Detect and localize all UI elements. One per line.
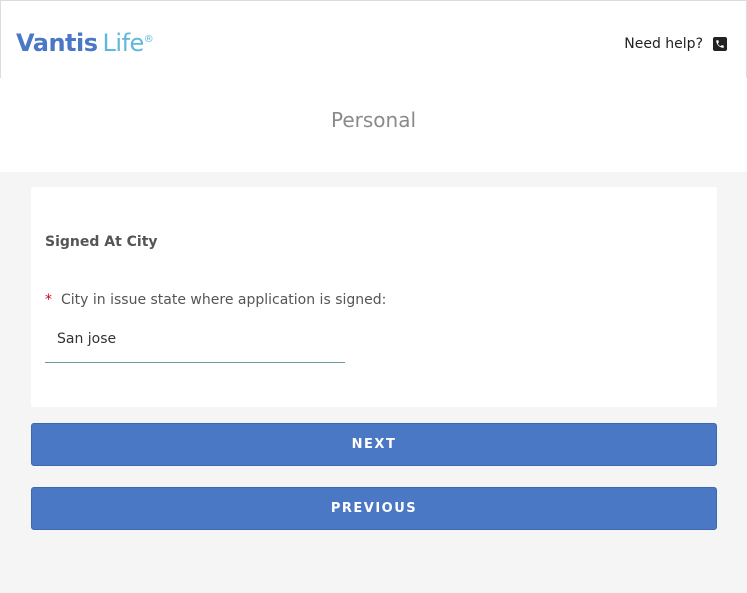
vantis-life-logo: Vantis Life® xyxy=(16,26,154,57)
city-input-wrapper xyxy=(45,322,345,363)
required-asterisk: * xyxy=(45,292,52,308)
next-button[interactable]: NEXT xyxy=(31,423,717,466)
phone-icon xyxy=(713,37,727,51)
city-field-label: * City in issue state where application i… xyxy=(45,292,386,308)
need-help-label: Need help? xyxy=(624,36,703,52)
card-title: Signed At City xyxy=(45,234,158,250)
logo-product: Life xyxy=(102,29,145,57)
logo-brand: Vantis xyxy=(16,29,98,57)
city-field-label-text: City in issue state where application is… xyxy=(61,292,387,308)
application-page: Vantis Life® Need help? Personal Signed A… xyxy=(0,0,747,593)
section-header: Personal xyxy=(0,78,747,172)
section-title: Personal xyxy=(330,108,417,132)
need-help-link[interactable]: Need help? xyxy=(624,36,727,52)
logo-registered-mark: ® xyxy=(143,34,154,45)
signed-at-city-card: Signed At City * City in issue state wher… xyxy=(31,187,717,407)
city-input[interactable] xyxy=(45,322,345,356)
top-header: Vantis Life® Need help? xyxy=(0,0,747,78)
previous-button[interactable]: PREVIOUS xyxy=(31,487,717,530)
